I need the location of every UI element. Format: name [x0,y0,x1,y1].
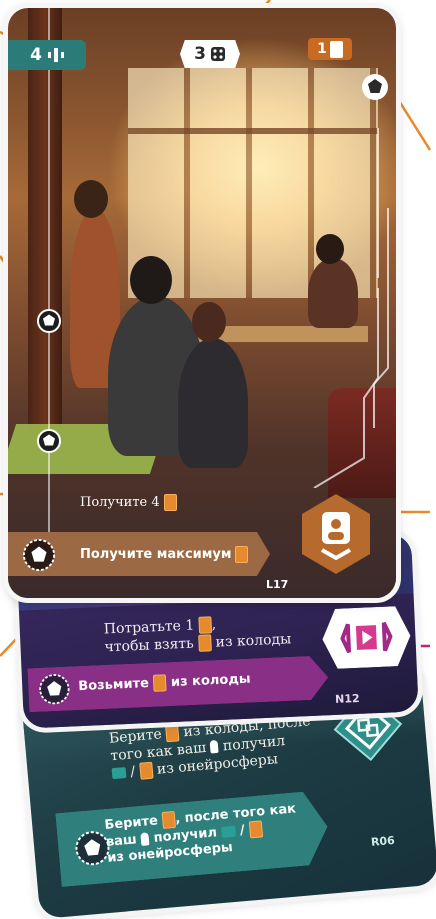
dice-chip: 3 [180,40,240,68]
cafe-person-art [74,180,108,218]
pentagon-node-icon [362,74,388,100]
card-main-banner-text: Получите максимум [80,546,249,563]
dream-sphere-icon [47,48,64,62]
text-fragment: / [239,822,246,839]
cost-chip: 4 [8,40,86,70]
dream-sphere-icon [220,825,236,838]
pentagon-badge-icon [39,674,70,705]
cafe-person-art [178,338,248,468]
text-fragment: / [129,763,136,780]
cafe-person-art [130,256,172,304]
card-code: N12 [334,691,360,706]
card-icon [235,546,249,563]
card-chip: 1 [308,38,352,60]
reward-banner-text: Получите максимум [80,547,232,562]
text-fragment: Берите [103,813,159,834]
card-code: L17 [266,578,289,591]
track-line [48,8,50,548]
pentagon-node-icon [37,309,61,333]
text-fragment: Потратьте 1 [103,617,195,638]
card-magenta-effect-text: Потратьте 1 , чтобы взять из колоды [103,616,292,655]
dream-sphere-icon [111,766,127,779]
pawn-icon [209,739,220,754]
pentagon-node-icon [37,429,61,453]
cost-value: 4 [30,45,42,65]
text-fragment: ваш [105,832,138,850]
card-icon [197,633,212,652]
card-icon [248,820,263,839]
circuit-decoration [313,128,389,488]
card-icon [153,674,167,692]
pentagon-badge-icon [22,538,56,572]
card-icon [198,616,212,634]
card-icon [138,761,154,780]
text-fragment: из колоды [170,671,251,691]
reward-small: Получите 4 [80,494,177,511]
card-chip-value: 1 [317,41,327,57]
card-icon [163,494,177,511]
reward-small-text: Получите 4 [80,495,160,510]
card-code: R06 [370,833,396,849]
card-icon [165,724,180,743]
dice-value: 3 [194,44,206,64]
play-bracket-icon [322,606,411,669]
dice-icon [210,47,225,61]
text-fragment: Возьмите [77,676,150,695]
text-fragment: чтобы взять [104,635,195,655]
text-fragment: из колоды [215,630,292,651]
person-badge-icon [302,494,370,574]
cafe-pillar-art [28,8,62,428]
card-dream-cafe[interactable]: 4 3 1 Получите 4 Получите максимум L17 [8,8,396,598]
cafe-person-art [192,302,226,342]
card-icon [329,40,343,58]
pawn-icon [140,832,150,846]
